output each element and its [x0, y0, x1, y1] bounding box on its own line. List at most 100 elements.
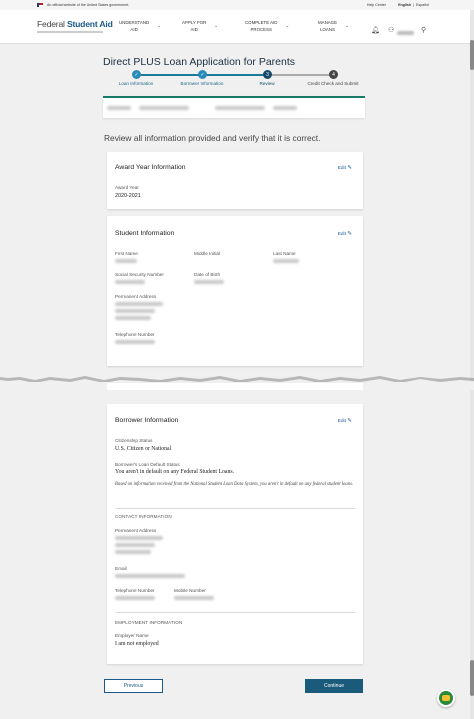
chevron-down-icon: ⌄ [156, 23, 162, 29]
redacted-phone [115, 340, 155, 344]
progress-line [136, 74, 202, 76]
edit-icon: ✎ [347, 165, 352, 171]
redacted-field [139, 106, 189, 110]
gov-banner-text: An official website of the United States… [47, 3, 130, 7]
telephone-label: Telephone Number [115, 332, 155, 337]
chevron-down-icon: ⌄ [344, 23, 350, 29]
bell-icon[interactable]: 🔔︎ [371, 26, 380, 34]
continue-button[interactable]: Continue [305, 679, 363, 693]
redacted-address [115, 550, 151, 554]
default-status-note: Based on information received from the N… [115, 482, 354, 487]
redacted-field [215, 106, 265, 110]
redacted-address [115, 316, 151, 320]
citizenship-label: Citizenship Status [115, 438, 153, 443]
last-name-label: Last Name [273, 251, 296, 256]
redacted-address [115, 543, 155, 547]
redacted-dob [194, 280, 224, 284]
torn-edge [0, 376, 474, 390]
step-1-check-icon: ✓ [132, 70, 141, 79]
first-name-label: First Name [115, 251, 138, 256]
redacted-ssn [115, 280, 145, 284]
logo-tagline [37, 31, 103, 33]
redacted-email [115, 574, 185, 578]
mobile-number-label: Mobile Number [174, 588, 206, 593]
section-divider [115, 612, 355, 613]
fsa-logo[interactable]: Federal Student Aid [37, 19, 113, 29]
scrollbar-thumb-lower[interactable] [470, 660, 474, 696]
redacted-first-name [115, 259, 137, 263]
espanol-link[interactable]: Español [416, 3, 429, 7]
dob-label: Date of Birth [194, 272, 221, 277]
page-scrollbar[interactable] [470, 10, 474, 719]
gov-banner: An official website of the United States… [0, 0, 474, 10]
nav-apply-for-aid[interactable]: APPLY FOR AID ⌄ [182, 19, 218, 33]
section-divider [115, 508, 355, 509]
chevron-down-icon: ⌄ [285, 23, 290, 29]
review-instructions: Review all information provided and veri… [104, 133, 321, 143]
default-status-label: Borrower's Loan Default Status [115, 462, 180, 467]
user-name-redacted [397, 31, 414, 35]
ssn-label: Social Security Number [115, 272, 164, 277]
site-header: Federal Student Aid UNDERSTAND AID ⌄ APP… [0, 10, 470, 44]
card-title: Award Year Information [115, 164, 186, 171]
step-3-label: Review [259, 81, 275, 86]
card-title: Student Information [115, 230, 175, 237]
nav-label-line1: APPLY FOR [182, 20, 207, 25]
middle-initial-label: Middle Initial [194, 251, 221, 256]
progress-steps: ✓ ✓ 3 4 Loan Information Borrower Inform… [103, 70, 365, 90]
student-info-card: Student Information Edit ✎ First Name Mi… [107, 216, 363, 366]
chevron-down-icon: ⌄ [214, 23, 219, 29]
award-year-value: 2020-2021 [115, 193, 141, 199]
nav-understand-aid[interactable]: UNDERSTAND AID ⌄ [119, 19, 161, 33]
progress-line [202, 74, 268, 76]
employment-info-header: EMPLOYMENT INFORMATION [115, 620, 183, 625]
step-4-number: 4 [329, 70, 338, 79]
previous-button[interactable]: Previous [104, 679, 163, 693]
english-link[interactable]: English [398, 3, 411, 7]
step-2-check-icon: ✓ [198, 70, 207, 79]
default-status-value: You aren't in default on any Federal Stu… [115, 469, 235, 475]
help-center-link[interactable]: Help Center [367, 3, 386, 7]
edit-student-link[interactable]: Edit ✎ [338, 231, 352, 237]
search-icon[interactable]: ⚲ [421, 26, 426, 34]
applicant-summary-strip [103, 96, 365, 118]
nav-label-line1: MANAGE [318, 20, 338, 25]
edit-label: Edit [337, 166, 346, 171]
contact-info-header: CONTACT INFORMATION [115, 514, 172, 519]
nav-label-line2: AID [130, 27, 138, 32]
scrollbar-thumb-upper[interactable] [470, 40, 474, 70]
edit-award-link[interactable]: Edit ✎ [338, 165, 352, 171]
progress-line-upcoming [268, 74, 334, 76]
nav-label-line2: LOANS [320, 27, 335, 32]
nav-label-line2: AID [190, 27, 198, 32]
borrower-info-card: Borrower Information Edit ✎ Citizenship … [107, 404, 363, 664]
step-2-label: Borrower Information [180, 81, 224, 86]
user-icon[interactable]: ⚇ [388, 26, 394, 34]
award-year-card: Award Year Information Edit ✎ Award Year… [107, 152, 363, 209]
card-title: Borrower Information [115, 417, 179, 424]
step-1-label: Loan Information [118, 81, 154, 86]
award-year-label: Award Year [115, 185, 139, 190]
redacted-field [273, 106, 297, 110]
borrower-address-label: Permanent Address [115, 528, 157, 533]
employer-name-label: Employer Name [115, 633, 149, 638]
permanent-address-label: Permanent Address [115, 294, 157, 299]
step-3-number: 3 [263, 70, 272, 79]
redacted-phone [115, 596, 155, 600]
email-label: Email [115, 566, 127, 571]
borrower-telephone-label: Telephone Number [115, 588, 155, 593]
logo-prefix: Federal [37, 19, 67, 29]
citizenship-value: U.S. Citizen or National [115, 446, 172, 452]
page-title: Direct PLUS Loan Application for Parents [103, 56, 296, 68]
step-4-label: Credit Check and Submit [307, 81, 359, 86]
chat-icon[interactable] [437, 689, 455, 707]
edit-borrower-link[interactable]: Edit ✎ [338, 418, 352, 424]
nav-label-line2: PROCESS [250, 27, 272, 32]
nav-complete-aid-process[interactable]: COMPLETE AID PROCESS ⌄ [245, 19, 289, 33]
lang-separator: | [413, 3, 414, 7]
nav-manage-loans[interactable]: MANAGE LOANS ⌄ [318, 19, 349, 33]
edit-icon: ✎ [347, 418, 352, 424]
logo-brand: Student Aid [66, 19, 113, 29]
nav-label-line1: COMPLETE AID [245, 20, 278, 25]
edit-icon: ✎ [347, 231, 352, 237]
